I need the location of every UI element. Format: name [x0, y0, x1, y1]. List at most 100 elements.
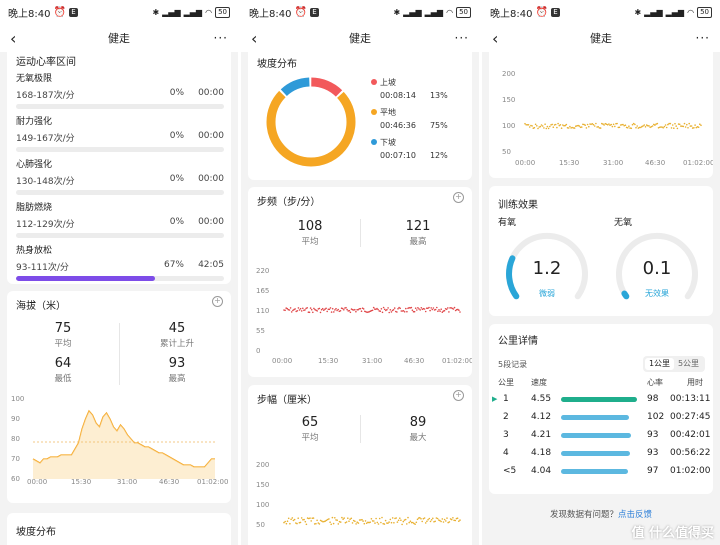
more-icon[interactable]: ··· [208, 31, 228, 45]
data-point [405, 307, 407, 310]
record-count: 5段记录 [498, 360, 528, 369]
data-point [294, 308, 296, 310]
y-tick-label: 200 [502, 70, 515, 78]
zoom-icon[interactable]: + [453, 390, 464, 401]
data-point [597, 126, 599, 128]
stride-chart: 200 150 100 50 [256, 461, 461, 529]
y-tick-label: 0 [256, 347, 260, 355]
data-point [388, 521, 390, 523]
more-icon[interactable]: ··· [449, 31, 469, 45]
data-point [331, 516, 334, 519]
data-point [362, 308, 365, 310]
anaerobic-label: 无氧 [614, 218, 633, 228]
notification-icon: E [309, 7, 319, 17]
data-point [351, 522, 354, 524]
data-point [404, 518, 407, 521]
data-point [300, 310, 303, 312]
data-point [459, 311, 461, 313]
zoom-icon[interactable]: + [453, 192, 464, 203]
data-point [300, 517, 303, 519]
km-index: 4 [503, 448, 509, 458]
hr-zone-row: 热身放松 93-111次/分 67% 42:05 [16, 243, 224, 281]
zone-bar [16, 147, 224, 152]
data-point [381, 311, 384, 314]
data-point [380, 521, 382, 524]
data-point [349, 311, 352, 314]
data-point [313, 307, 315, 310]
data-point [296, 310, 299, 312]
x-tick-label: 15:30 [71, 478, 91, 486]
data-point [536, 125, 538, 127]
data-point [369, 521, 371, 523]
slope-donut [266, 77, 356, 167]
data-point [343, 517, 345, 519]
status-time: 晚上8:40 [249, 8, 292, 20]
more-icon[interactable]: ··· [690, 31, 710, 45]
data-point [452, 517, 454, 519]
data-point [397, 308, 399, 310]
status-time: 晚上8:40 [490, 8, 533, 20]
signal-icon: ▂▄▆ [183, 7, 203, 17]
y-tick-label: 55 [256, 327, 265, 335]
zone-time: 00:00 [198, 88, 224, 98]
data-point [429, 309, 431, 312]
zoom-icon[interactable]: + [212, 296, 223, 307]
x-tick-label: 46:30 [404, 357, 424, 365]
data-point [330, 311, 333, 313]
data-point [372, 306, 375, 309]
data-point [458, 520, 460, 522]
data-point [643, 124, 646, 126]
km-speed: 4.55 [531, 394, 552, 404]
x-tick-label: 46:30 [645, 159, 665, 167]
data-point [310, 520, 312, 522]
divider [360, 415, 361, 443]
data-point [390, 311, 393, 313]
x-tick-label: 31:00 [117, 478, 137, 486]
data-point [588, 125, 590, 128]
zone-time: 00:00 [198, 217, 224, 227]
zone-percent: 0% [169, 88, 184, 98]
zone-percent: 67% [163, 260, 184, 270]
data-point [694, 124, 696, 126]
data-point [662, 127, 664, 129]
data-point [400, 519, 402, 521]
legend-time: 00:07:10 [380, 151, 416, 160]
data-point [628, 125, 630, 127]
zone-percent: 0% [169, 131, 184, 141]
data-point [673, 127, 675, 129]
data-point [608, 123, 610, 125]
hr-chart-card: 200 150 100 50 00:00 15:30 31:00 46:30 01:02:00 [489, 44, 713, 178]
data-point [336, 519, 338, 521]
data-point [393, 307, 396, 309]
data-point [374, 522, 376, 524]
km-row: 4 4.18 93 00:56:22 [489, 446, 713, 462]
tab-5km[interactable]: 5公里 [674, 358, 703, 370]
legend-time: 00:46:36 [380, 121, 416, 130]
x-tick-label: 46:30 [159, 478, 179, 486]
km-speed-bar [561, 397, 637, 402]
data-point [389, 518, 392, 521]
data-point [567, 127, 570, 129]
data-point [545, 127, 548, 130]
hr-zone-row: 脂肪燃烧 112-129次/分 0% 00:00 [16, 200, 224, 238]
data-point [348, 520, 350, 522]
data-point [328, 518, 330, 520]
data-point [618, 126, 621, 129]
data-point [286, 520, 289, 522]
data-point [428, 517, 431, 520]
card-title: 运动心率区间 [16, 57, 76, 68]
x-tick-label: 15:30 [318, 357, 338, 365]
feedback-link[interactable]: 点击反馈 [618, 510, 652, 520]
data-point [334, 517, 336, 519]
zone-range: 149-167次/分 [16, 134, 75, 144]
notification-icon: E [550, 7, 560, 17]
data-point [354, 520, 356, 523]
data-point [697, 126, 700, 128]
data-point [346, 308, 348, 311]
data-point [337, 308, 339, 311]
data-point [389, 309, 392, 311]
tab-1km[interactable]: 1公里 [645, 358, 674, 370]
anaerobic-value: 0.1 [642, 258, 672, 279]
data-point [448, 311, 450, 313]
card-title: 步幅（厘米） [257, 395, 317, 406]
